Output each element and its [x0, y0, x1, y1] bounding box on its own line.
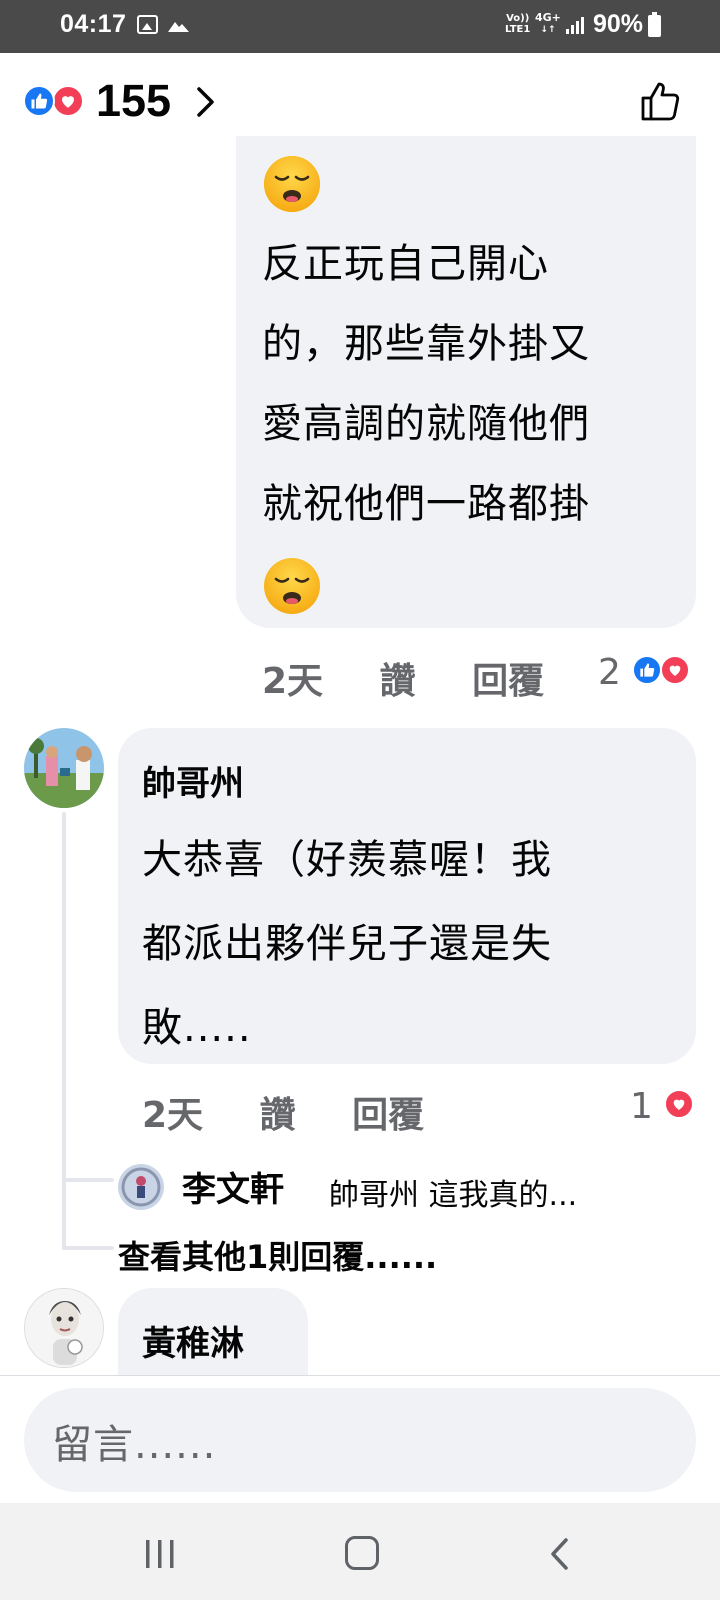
back-icon[interactable] — [548, 1537, 572, 1571]
love-reaction-icon — [52, 85, 84, 117]
reply-button[interactable]: 回覆 — [472, 661, 544, 702]
view-more-replies-link[interactable]: 查看其他1則回覆...... — [118, 1232, 437, 1278]
comment-line: 就祝他們一路都掛 — [262, 481, 590, 527]
comment-author[interactable]: 黃稚淋 — [142, 1316, 244, 1365]
reactions-header[interactable]: 155 — [0, 53, 720, 149]
avatar[interactable] — [24, 1288, 104, 1368]
reaction-count[interactable]: 155 — [96, 75, 171, 127]
lte-label: LTE1 — [505, 24, 531, 35]
reply-author[interactable]: 李文軒 — [182, 1162, 284, 1211]
network-indicator: 4G+ ↓↑ — [535, 12, 561, 36]
like-button[interactable]: 讚 — [260, 1095, 296, 1136]
comment-line: 的，那些靠外掛又 — [262, 321, 590, 367]
navigation-bar — [0, 1503, 720, 1600]
image-icon — [137, 15, 158, 34]
recent-apps-icon[interactable] — [143, 1540, 177, 1568]
comment-line: 大恭喜（好羨慕喔！我 — [142, 837, 552, 883]
relieved-face-emoji — [264, 156, 320, 212]
status-time: 04:17 — [60, 10, 127, 38]
comment-actions: 2天 讚 回覆 — [142, 1086, 468, 1138]
data-activity-arrows: ↓↑ — [540, 25, 556, 35]
comment-line: 敗..... — [142, 1005, 252, 1051]
chevron-right-icon[interactable] — [193, 86, 219, 118]
avatar[interactable] — [118, 1164, 164, 1210]
signal-icon — [566, 17, 584, 34]
like-reaction-icon — [632, 655, 662, 685]
comment-reaction-count[interactable]: 2 — [598, 652, 621, 693]
avatar[interactable] — [24, 728, 104, 808]
battery-percent: 90% — [593, 10, 644, 38]
relieved-face-emoji — [264, 558, 320, 614]
comment-line: 反正玩自己開心 — [262, 241, 549, 287]
comment-actions: 2天 讚 回覆 — [262, 652, 588, 704]
reply-button[interactable]: 回覆 — [352, 1095, 424, 1136]
comment-input[interactable]: 留言...... — [24, 1388, 696, 1492]
reply-preview-text[interactable]: 帥哥州 這我真的... — [329, 1170, 577, 1214]
love-reaction-icon — [664, 1089, 694, 1119]
comment-time: 2天 — [262, 661, 324, 702]
cloud-icon — [168, 22, 189, 32]
status-bar: 04:17 Vo)) LTE1 4G+ ↓↑ 90% — [0, 0, 720, 53]
comment-line: 愛高調的就隨他們 — [262, 401, 590, 447]
comment-text: 大恭喜（好羨慕喔！我 都派出夥伴兒子還是失 敗..... — [142, 818, 662, 1070]
thumbs-up-icon[interactable] — [640, 80, 682, 122]
like-button[interactable]: 讚 — [380, 661, 416, 702]
network-type-label: 4G+ — [535, 11, 561, 24]
comment-time: 2天 — [142, 1095, 204, 1136]
comment-line: 都派出夥伴兒子還是失 — [142, 921, 552, 967]
comment-author[interactable]: 帥哥州 — [142, 756, 244, 805]
love-reaction-icon — [660, 655, 690, 685]
comment-text: 反正玩自己開心 的，那些靠外掛又 愛高調的就隨他們 就祝他們一路都掛 — [262, 224, 692, 544]
thread-line — [62, 1246, 114, 1250]
like-reaction-icon — [23, 85, 55, 117]
battery-icon — [648, 12, 661, 37]
volte-label: Vo)) — [506, 13, 530, 24]
thread-line — [62, 1178, 114, 1182]
home-icon[interactable] — [345, 1536, 379, 1570]
thread-line — [62, 812, 66, 1250]
comment-reaction-count[interactable]: 1 — [630, 1086, 653, 1127]
volte-indicator: Vo)) LTE1 — [505, 13, 530, 35]
